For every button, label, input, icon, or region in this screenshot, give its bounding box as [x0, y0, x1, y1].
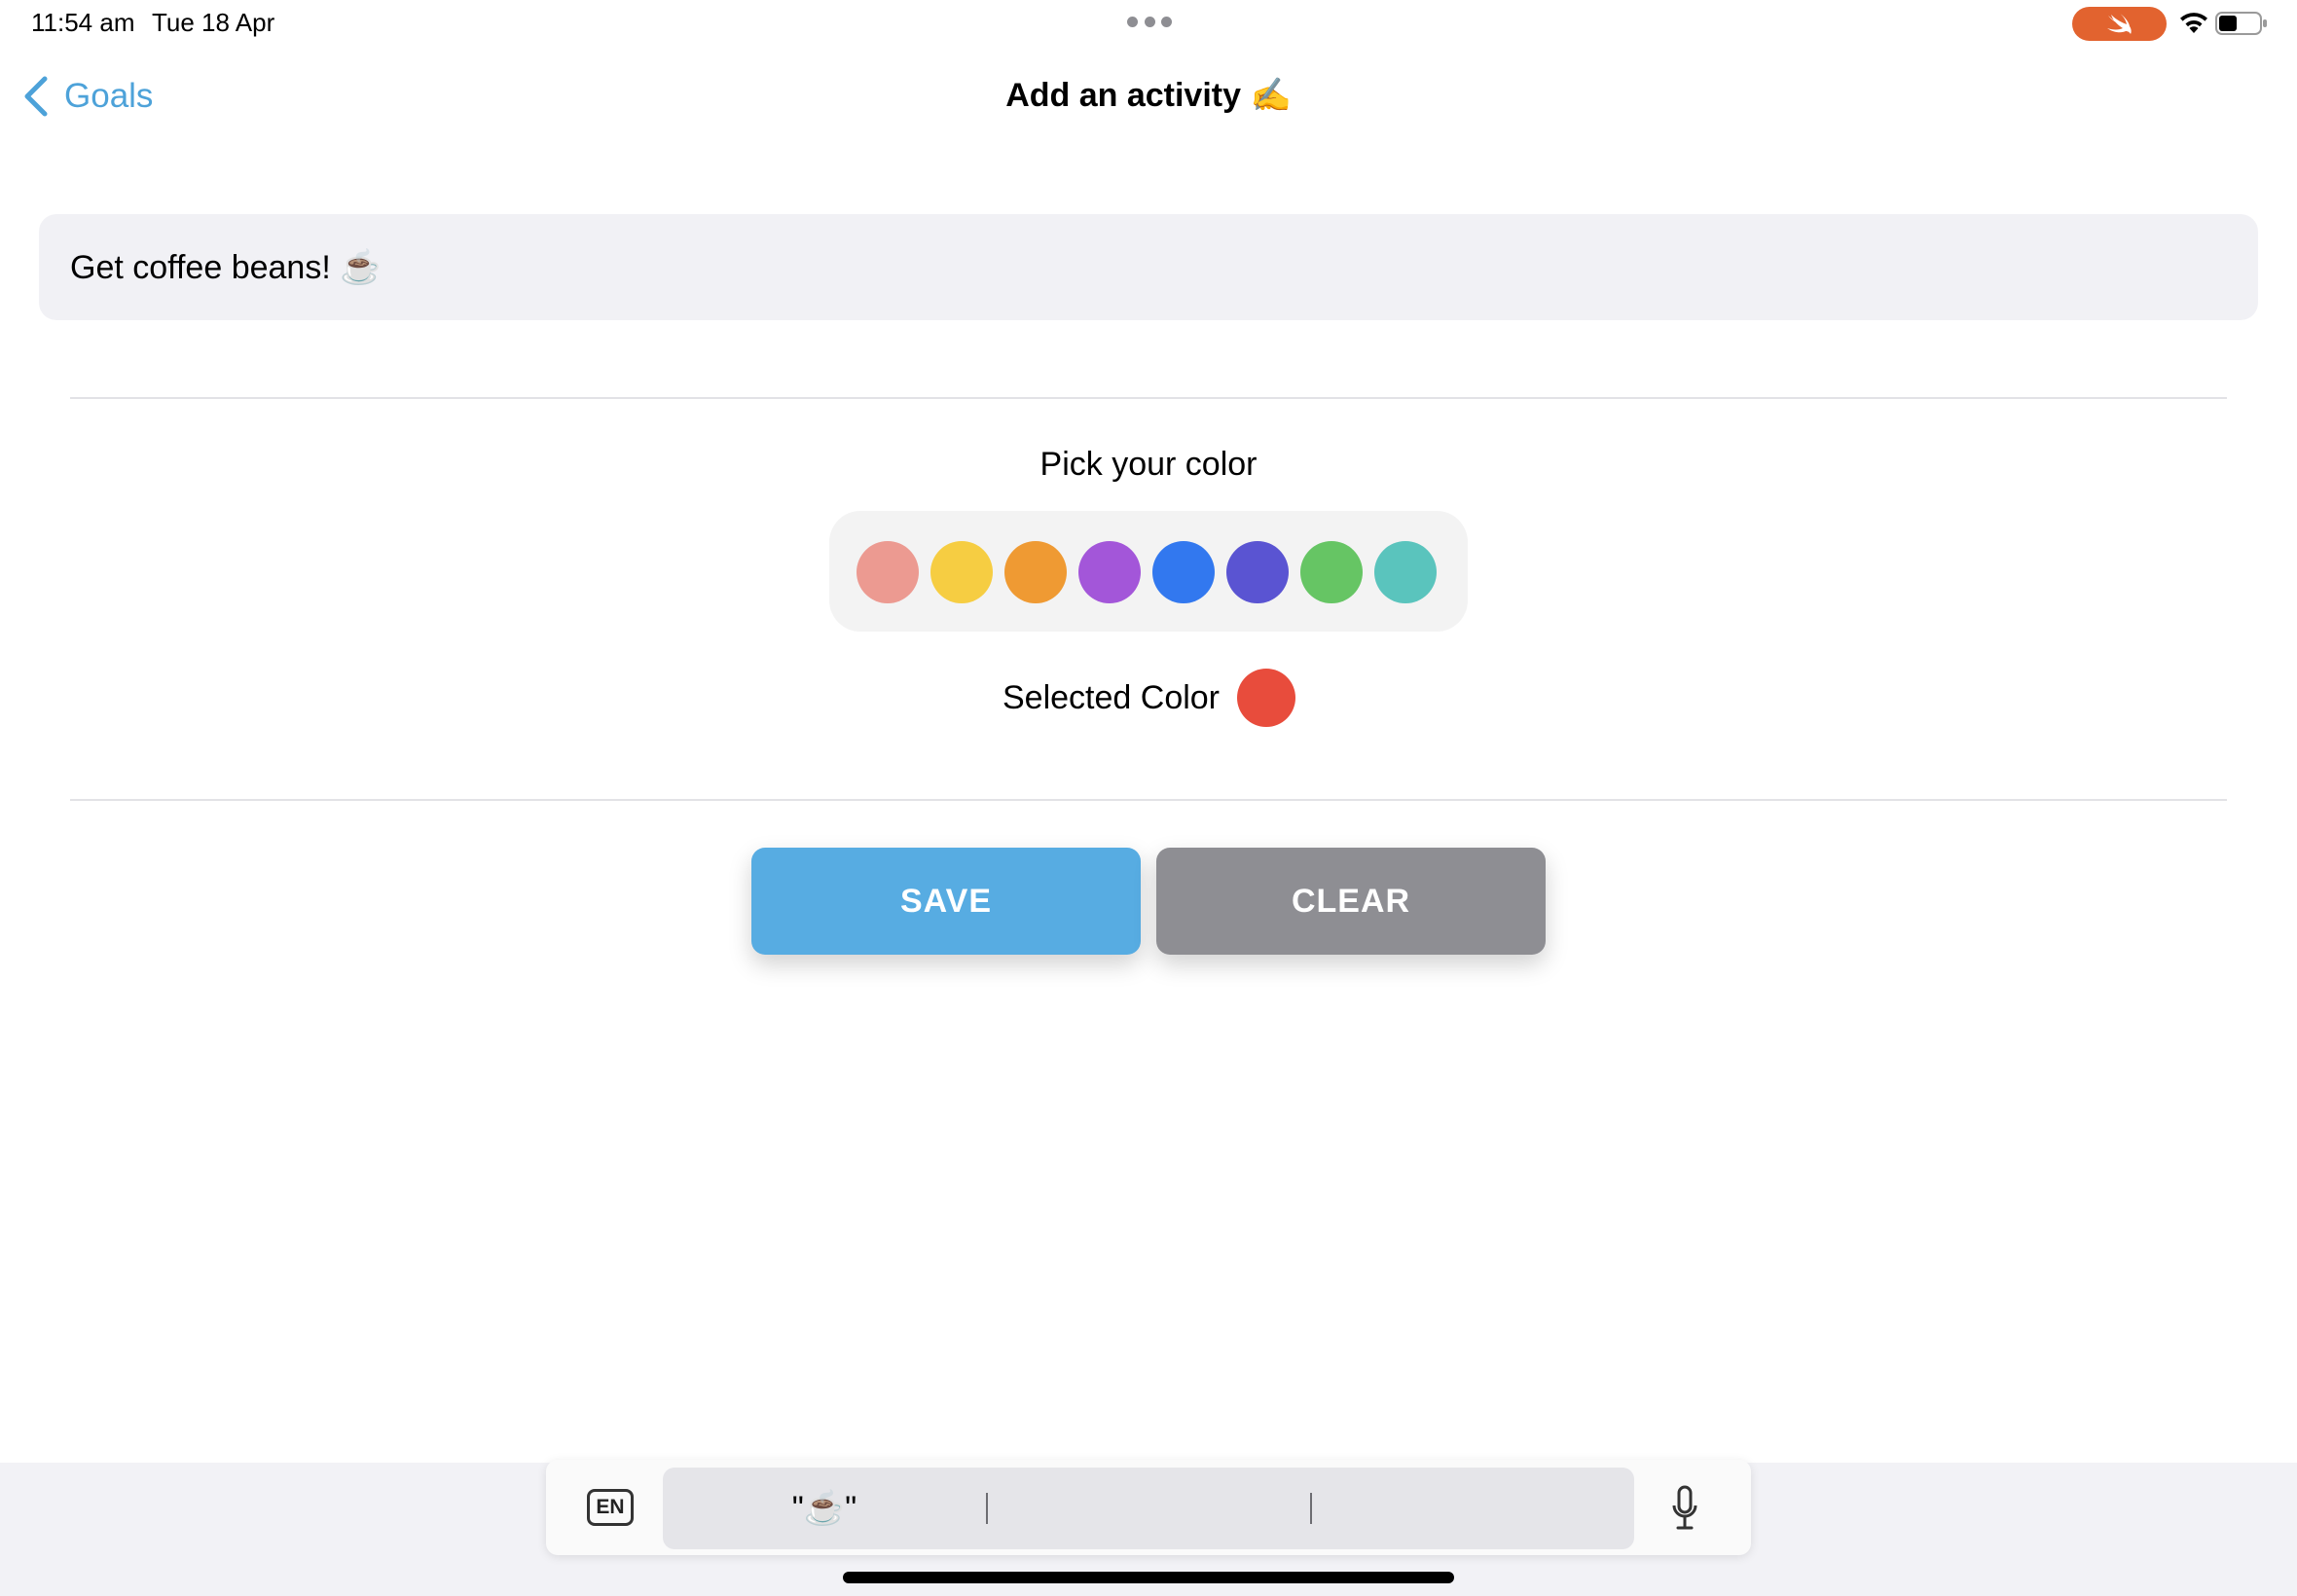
- color-swatch[interactable]: [1004, 541, 1067, 603]
- clear-button[interactable]: CLEAR: [1156, 848, 1546, 955]
- color-swatch[interactable]: [1078, 541, 1141, 603]
- selected-color-label: Selected Color: [1003, 678, 1221, 716]
- home-indicator[interactable]: [843, 1572, 1454, 1583]
- color-swatch[interactable]: [930, 541, 993, 603]
- suggestion-item[interactable]: [1311, 1468, 1634, 1549]
- selected-color-indicator: [1237, 669, 1296, 727]
- swift-playgrounds-pill[interactable]: [2072, 7, 2167, 41]
- color-swatch-tray: [829, 511, 1468, 632]
- color-swatch[interactable]: [1374, 541, 1437, 603]
- multitasking-dots-icon[interactable]: [1127, 17, 1172, 28]
- screen: 11:54 am Tue 18 Apr Goals Add an activit…: [0, 0, 2297, 1596]
- status-time: 11:54 am: [31, 8, 135, 37]
- page-title: Add an activity ✍️: [1005, 77, 1292, 114]
- keyboard-shortcut-bar: EN "☕️": [546, 1460, 1751, 1555]
- status-date: Tue 18 Apr: [152, 8, 275, 37]
- wifi-icon: [2180, 13, 2207, 33]
- language-switch-button[interactable]: EN: [587, 1489, 634, 1526]
- divider: [70, 799, 2227, 801]
- color-picker-title: Pick your color: [1039, 446, 1258, 483]
- activity-name-field[interactable]: Get coffee beans! ☕️: [39, 214, 2258, 320]
- color-swatch[interactable]: [1152, 541, 1215, 603]
- suggestion-item[interactable]: "☕️": [663, 1468, 986, 1549]
- color-swatch[interactable]: [1226, 541, 1289, 603]
- color-swatch[interactable]: [857, 541, 919, 603]
- predictive-suggestions: "☕️": [663, 1468, 1634, 1549]
- color-swatch[interactable]: [1300, 541, 1363, 603]
- microphone-icon[interactable]: [1670, 1484, 1699, 1533]
- save-button[interactable]: SAVE: [751, 848, 1141, 955]
- swift-bird-icon: [2106, 12, 2132, 34]
- selected-color-row: Selected Color: [1003, 668, 1296, 728]
- battery-icon: [2215, 12, 2267, 35]
- divider: [70, 397, 2227, 399]
- suggestion-item[interactable]: [987, 1468, 1310, 1549]
